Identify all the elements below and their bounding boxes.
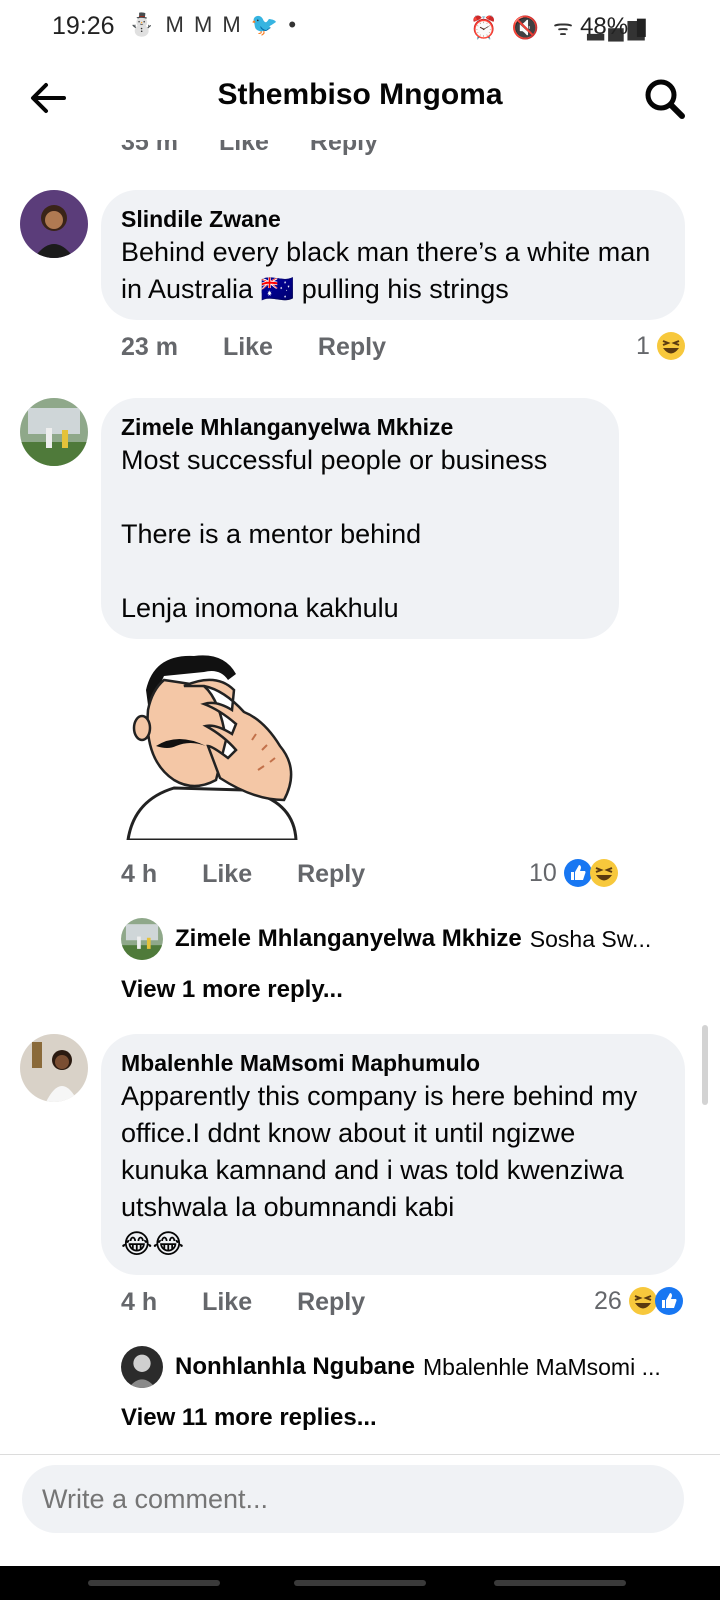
avatar[interactable] [20,1034,88,1102]
comment-time: 4 h [121,1288,158,1316]
status-time: 19:26 [52,12,115,40]
view-more-replies-link[interactable]: View 1 more reply... [121,976,343,1004]
reply-text: Sosha Sw... [529,925,652,952]
comment-actions: 23 m Like Reply [121,333,424,362]
like-button[interactable]: Like [223,333,273,361]
reply-button[interactable]: Reply [297,860,365,888]
comment-actions: 4 h Like Reply [121,1288,403,1317]
view-more-replies-link[interactable]: View 11 more replies... [121,1404,377,1432]
nav-back[interactable] [494,1580,626,1586]
comment-author[interactable]: Mbalenhle MaMsomi Maphumulo [121,1048,665,1078]
reply-author: Zimele Mhlanganyelwa Mkhize [175,925,522,952]
comment-text: Apparently this company is here behind m… [121,1081,638,1222]
comment-time: 23 m [121,333,178,361]
comment-time: 4 h [121,860,158,888]
comment-composer[interactable] [22,1465,684,1533]
reaction-count: 26 [594,1286,622,1315]
haha-reaction-icon [656,332,685,360]
battery-level: 48% ▮ [580,13,648,40]
comment-input[interactable] [22,1465,622,1533]
like-button[interactable]: Like [202,1288,252,1316]
battery-text: 48% [580,13,629,40]
nav-home[interactable] [294,1580,426,1586]
notification-icons: ⛄ M M M 🐦 • [128,12,299,37]
nav-recents[interactable] [88,1580,220,1586]
comment-composer-bar [0,1454,720,1566]
search-icon[interactable] [642,76,686,120]
like-button[interactable]: Like [202,860,252,888]
comment-text: Most successful people or business There… [121,445,548,623]
avatar [121,1346,163,1388]
reply-author: Nonhlanhla Ngubane [175,1353,415,1380]
like-reaction-icon [654,1287,683,1315]
reply-preview[interactable]: Zimele Mhlanganyelwa Mkhize Sosha Sw... [121,918,651,960]
facepalm-sticker[interactable] [124,650,299,840]
reply-button[interactable]: Reply [297,1288,365,1316]
avatar[interactable] [20,190,88,258]
system-navigation-bar [0,1566,720,1600]
reply-preview[interactable]: Nonhlanhla Ngubane Mbalenhle MaMsomi ... [121,1346,661,1388]
comment-bubble[interactable]: Zimele Mhlanganyelwa Mkhize Most success… [101,398,619,639]
comment-emoji: 😂😂 [121,1229,185,1259]
comment-author[interactable]: Zimele Mhlanganyelwa Mkhize [121,412,599,442]
reaction-count: 10 [529,858,557,887]
page-title: Sthembiso Mngoma [217,78,503,111]
comment-actions: 4 h Like Reply [121,860,403,889]
app-header: Sthembiso Mngoma [0,56,720,140]
scrollbar[interactable] [702,1025,708,1105]
reply-button[interactable]: Reply [318,333,386,361]
comment-author[interactable]: Slindile Zwane [121,204,665,234]
avatar[interactable] [20,398,88,466]
reaction-summary[interactable]: 1 [636,331,686,361]
reaction-summary[interactable]: 10 [529,858,619,888]
reply-text: Mbalenhle MaMsomi ... [423,1353,661,1380]
comment-bubble[interactable]: Mbalenhle MaMsomi Maphumulo Apparently t… [101,1034,685,1275]
haha-reaction-icon [589,859,618,887]
comment-text: Behind every black man there’s a white m… [121,237,651,304]
page: 19:26 ⛄ M M M 🐦 • ⏰ 🔇 ᯤ ▂▄▆ 48% ▮ Sthemb… [0,0,720,1600]
reaction-summary[interactable]: 26 [594,1286,684,1316]
comment-bubble[interactable]: Slindile Zwane Behind every black man th… [101,190,685,320]
avatar [121,918,163,960]
status-bar: 19:26 ⛄ M M M 🐦 • ⏰ 🔇 ᯤ ▂▄▆ 48% ▮ [0,0,720,56]
reaction-count: 1 [636,331,650,360]
